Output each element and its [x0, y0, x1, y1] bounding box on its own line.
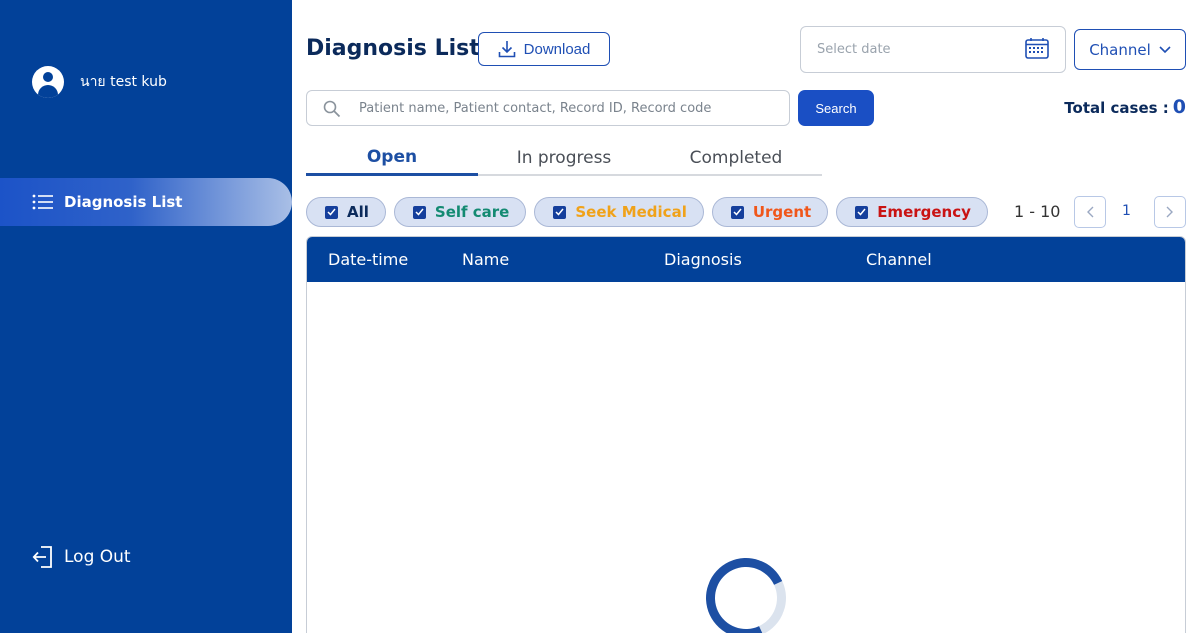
previous-page-button[interactable] — [1074, 196, 1106, 228]
search-input[interactable] — [359, 91, 779, 125]
app: นาย test kub Diagnosis List Log Out Diag… — [0, 0, 1200, 633]
filter-chip-self-care[interactable]: Self care — [393, 197, 527, 227]
filter-label: Self care — [434, 203, 510, 221]
sidebar: นาย test kub Diagnosis List Log Out — [0, 0, 292, 633]
sidebar-item-diagnosis-list[interactable]: Diagnosis List — [0, 178, 292, 226]
date-picker[interactable] — [800, 26, 1066, 73]
filter-chip-emergency[interactable]: Emergency — [836, 197, 988, 227]
total-cases: Total cases :0 — [1064, 96, 1186, 118]
chevron-left-icon — [1087, 206, 1094, 218]
sidebar-item-label: Diagnosis List — [64, 193, 183, 211]
pagination-range: 1 - 10 — [1014, 202, 1061, 221]
avatar-icon — [32, 66, 64, 98]
download-label: Download — [523, 40, 591, 58]
chevron-down-icon — [1159, 45, 1171, 53]
download-button[interactable]: Download — [478, 32, 610, 66]
tab-open[interactable]: Open — [306, 140, 478, 176]
page-title: Diagnosis List — [306, 36, 480, 61]
tab-completed[interactable]: Completed — [650, 140, 822, 176]
table-header: Date-time Name Diagnosis Channel — [307, 237, 1185, 282]
logout-icon — [32, 546, 52, 568]
search-button[interactable]: Search — [798, 90, 874, 126]
date-input[interactable] — [801, 27, 1011, 72]
search-icon — [323, 100, 341, 118]
filter-label: Seek Medical — [575, 203, 687, 221]
calendar-icon[interactable] — [1025, 37, 1049, 59]
total-cases-label: Total cases : — [1064, 99, 1169, 117]
severity-filters: All Self care Seek Medical Urgent Emerge… — [306, 197, 996, 227]
download-icon — [498, 41, 515, 58]
total-cases-count: 0 — [1172, 96, 1186, 118]
checkbox-checked-icon[interactable] — [730, 205, 744, 219]
diagnosis-table: Date-time Name Diagnosis Channel — [306, 236, 1186, 633]
status-tabs: Open In progress Completed — [306, 140, 822, 176]
column-header-name[interactable]: Name — [462, 250, 509, 269]
channel-label: Channel — [1089, 40, 1151, 59]
filter-label: All — [347, 203, 369, 221]
checkbox-checked-icon[interactable] — [855, 205, 869, 219]
checkbox-checked-icon[interactable] — [553, 205, 567, 219]
logout-label: Log Out — [64, 547, 131, 567]
filter-chip-seek-medical[interactable]: Seek Medical — [534, 197, 704, 227]
checkbox-checked-icon[interactable] — [412, 205, 426, 219]
main-content: Diagnosis List Download Channel — [292, 0, 1200, 633]
column-header-diagnosis[interactable]: Diagnosis — [664, 250, 742, 269]
next-page-button[interactable] — [1154, 196, 1186, 228]
user-profile[interactable]: นาย test kub — [32, 66, 167, 98]
column-header-channel[interactable]: Channel — [866, 250, 932, 269]
checkbox-checked-icon[interactable] — [325, 205, 338, 219]
filter-label: Emergency — [877, 203, 971, 221]
loading-spinner — [694, 546, 798, 633]
logout-button[interactable]: Log Out — [32, 545, 131, 569]
filter-chip-all[interactable]: All — [306, 197, 386, 227]
filter-chip-urgent[interactable]: Urgent — [711, 197, 829, 227]
filter-label: Urgent — [752, 203, 812, 221]
chevron-right-icon — [1166, 206, 1173, 218]
list-icon — [32, 194, 53, 210]
user-name: นาย test kub — [80, 74, 167, 90]
channel-dropdown[interactable]: Channel — [1074, 29, 1186, 70]
column-header-date-time[interactable]: Date-time — [328, 250, 408, 269]
search-box[interactable] — [306, 90, 790, 126]
tab-in-progress[interactable]: In progress — [478, 140, 650, 176]
current-page[interactable]: 1 — [1122, 203, 1131, 219]
